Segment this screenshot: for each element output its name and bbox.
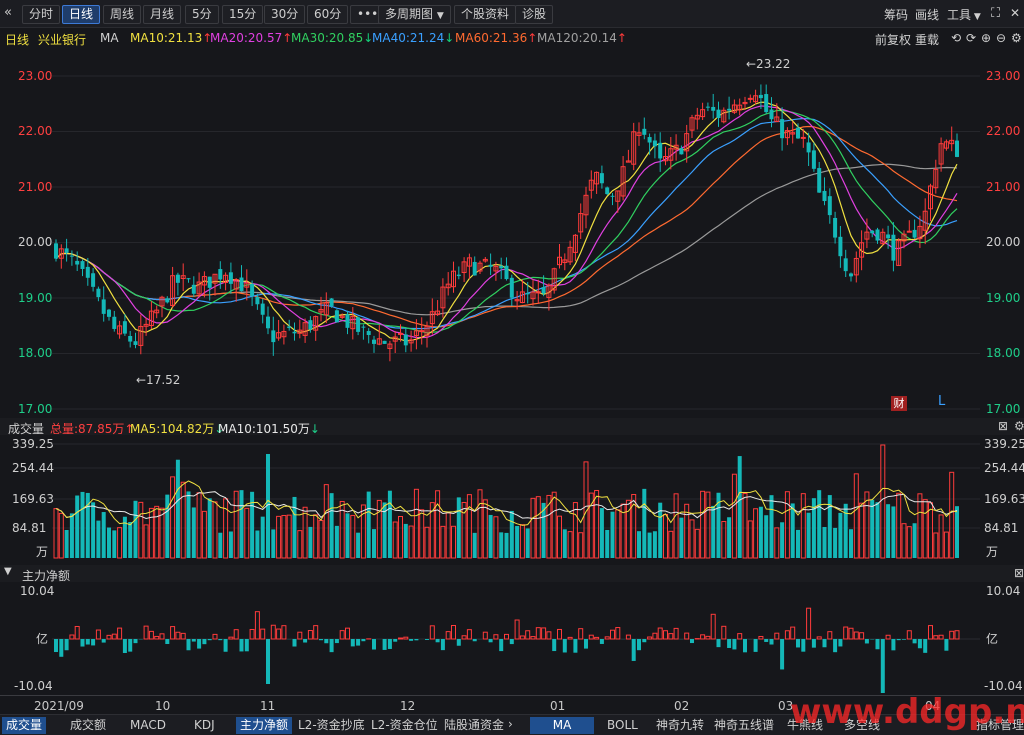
flow-bars-group — [52, 607, 980, 693]
volume-bars-group — [53, 444, 959, 559]
caret-down-icon: ▼ — [436, 11, 444, 21]
ma30-text: MA30:20.85 — [291, 31, 364, 45]
ma10-value: MA10:21.13↑ — [130, 31, 212, 45]
caret-down-icon: ▼ — [971, 12, 981, 22]
tab-volume[interactable]: 成交量 — [2, 717, 47, 734]
tab-period-daily[interactable]: 日线 — [62, 5, 101, 24]
volume-ma10-text: MA10:101.50万 — [218, 422, 310, 436]
stock-name: 兴业银行 — [38, 33, 87, 47]
ma-label[interactable]: MA — [100, 31, 119, 45]
tab-northbound[interactable]: 陆股通资金 — [440, 717, 508, 734]
tab-period-60min[interactable]: 60分 — [307, 5, 349, 24]
chips-button[interactable]: 筹码 — [884, 6, 908, 23]
ma40-text: MA40:21.24 — [372, 31, 445, 45]
ma10-text: MA10:21.13 — [130, 31, 203, 45]
flow-panel-header: ▼ 主力净额 ⊠ — [0, 565, 1024, 584]
undo-icon[interactable]: ⟲ — [951, 31, 961, 45]
chevron-right-icon[interactable]: › — [508, 717, 513, 731]
forward-adjust-button[interactable]: 前复权 — [875, 31, 911, 48]
ma40-value: MA40:21.24↓ — [372, 31, 454, 45]
ma30-line — [55, 109, 958, 334]
volume-ma-lines — [55, 480, 958, 526]
settings-gear-icon[interactable]: ⚙ — [1014, 419, 1024, 433]
flow-panel-title[interactable]: 主力净额 — [22, 567, 70, 584]
volume-total-text: 总量:87.85万 — [50, 422, 125, 436]
collapse-icon[interactable]: ▼ — [4, 566, 12, 577]
volume-panel-header: 成交量 总量:87.85万↑ MA5:104.82万↓ MA10:101.50万… — [0, 418, 1024, 437]
multi-period-label: 多周期图 — [385, 7, 434, 21]
chevron-left-icon[interactable]: « — [4, 5, 12, 20]
tab-period-5min[interactable]: 5分 — [185, 5, 219, 24]
volume-ma5: MA5:104.82万↓ — [130, 420, 224, 437]
volume-ma10: MA10:101.50万↓ — [218, 420, 320, 437]
candlestick-chart[interactable] — [0, 48, 1024, 418]
overlay-button[interactable]: 重载 — [915, 31, 939, 48]
tab-period-monthly[interactable]: 月线 — [143, 5, 182, 24]
zoom-in-icon[interactable]: ⊕ — [981, 31, 991, 45]
ma120-text: MA120:20.14 — [537, 31, 617, 45]
ma40-line — [55, 117, 958, 330]
financial-report-badge[interactable]: 财 — [891, 396, 907, 411]
period-label: 日线 — [5, 33, 30, 47]
ma-indicator-bar: 日线 兴业银行 MA MA10:21.13↑ MA20:20.57↑ MA30:… — [0, 28, 1024, 48]
close-panel-icon[interactable]: ⊠ — [1014, 566, 1024, 580]
date-tick: 2021/09 — [34, 699, 84, 713]
diagnose-button[interactable]: 诊股 — [515, 5, 554, 24]
tab-period-timeshare[interactable]: 分时 — [22, 5, 61, 24]
tab-magic-five[interactable]: 神奇五线谱 — [710, 717, 778, 734]
multi-period-dropdown[interactable]: 多周期图 ▼ — [378, 5, 451, 24]
tab-l2-position[interactable]: L2-资金仓位 — [367, 717, 442, 734]
zoom-out-icon[interactable]: ⊖ — [996, 31, 1006, 45]
close-icon[interactable]: ✕ — [1010, 6, 1020, 20]
date-tick: 10 — [155, 699, 171, 713]
volume-ma5-text: MA5:104.82万 — [130, 422, 215, 436]
tab-main-flow[interactable]: 主力净额 — [236, 717, 293, 734]
stock-info-button[interactable]: 个股资料 — [454, 5, 517, 24]
volume-panel-title[interactable]: 成交量 — [8, 420, 44, 437]
tab-l2-bottom[interactable]: L2-资金抄底 — [294, 717, 369, 734]
ma30-value: MA30:20.85↓ — [291, 31, 373, 45]
ma20-line — [55, 105, 958, 339]
ma10-line — [55, 101, 958, 342]
tab-macd[interactable]: MACD — [126, 717, 170, 734]
ma120-arrow: ↑ — [616, 31, 627, 45]
tools-menu[interactable]: 工具 ▼ — [947, 6, 981, 23]
candles-group — [54, 84, 959, 362]
tab-turnover[interactable]: 成交额 — [66, 717, 110, 734]
volume-chart[interactable] — [0, 436, 1024, 564]
volume-ma10-arrow: ↓ — [309, 422, 320, 436]
tab-magic-nine[interactable]: 神奇九转 — [652, 717, 708, 734]
ma60-arrow: ↑ — [527, 31, 538, 45]
ma20-value: MA20:20.57↑ — [210, 31, 292, 45]
tab-period-weekly[interactable]: 周线 — [103, 5, 142, 24]
date-tick: 12 — [400, 699, 416, 713]
close-panel-icon[interactable]: ⊠ — [998, 419, 1008, 433]
date-tick: 01 — [550, 699, 566, 713]
tab-kdj[interactable]: KDJ — [190, 717, 219, 734]
watermark: www.ddgp.net — [790, 692, 1024, 732]
tab-period-30min[interactable]: 30分 — [264, 5, 306, 24]
tab-boll[interactable]: BOLL — [603, 717, 642, 734]
date-tick: 02 — [674, 699, 690, 713]
high-price-annotation: ←23.22 — [746, 57, 791, 71]
ma40-arrow: ↓ — [444, 31, 455, 45]
tools-label: 工具 — [947, 8, 972, 22]
ma60-text: MA60:21.36 — [455, 31, 528, 45]
period-toolbar: « 分时 日线 周线 月线 5分 15分 30分 60分 ••• 多周期图 ▼ … — [0, 0, 1024, 28]
l2-badge[interactable]: L — [938, 394, 945, 409]
redo-icon[interactable]: ⟳ — [966, 31, 976, 45]
main-flow-chart[interactable] — [0, 583, 1024, 695]
fullscreen-icon[interactable]: ⛶ — [991, 6, 1000, 21]
ma20-text: MA20:20.57 — [210, 31, 283, 45]
draw-line-button[interactable]: 画线 — [915, 6, 939, 23]
tab-ma[interactable]: MA — [530, 717, 594, 734]
low-price-annotation: ←17.52 — [136, 373, 181, 387]
ma120-value: MA120:20.14↑ — [537, 31, 627, 45]
tab-period-15min[interactable]: 15分 — [222, 5, 264, 24]
ma60-value: MA60:21.36↑ — [455, 31, 537, 45]
settings-gear-icon[interactable]: ⚙ — [1011, 31, 1022, 45]
date-tick: 11 — [260, 699, 276, 713]
volume-total: 总量:87.85万↑ — [50, 420, 134, 437]
